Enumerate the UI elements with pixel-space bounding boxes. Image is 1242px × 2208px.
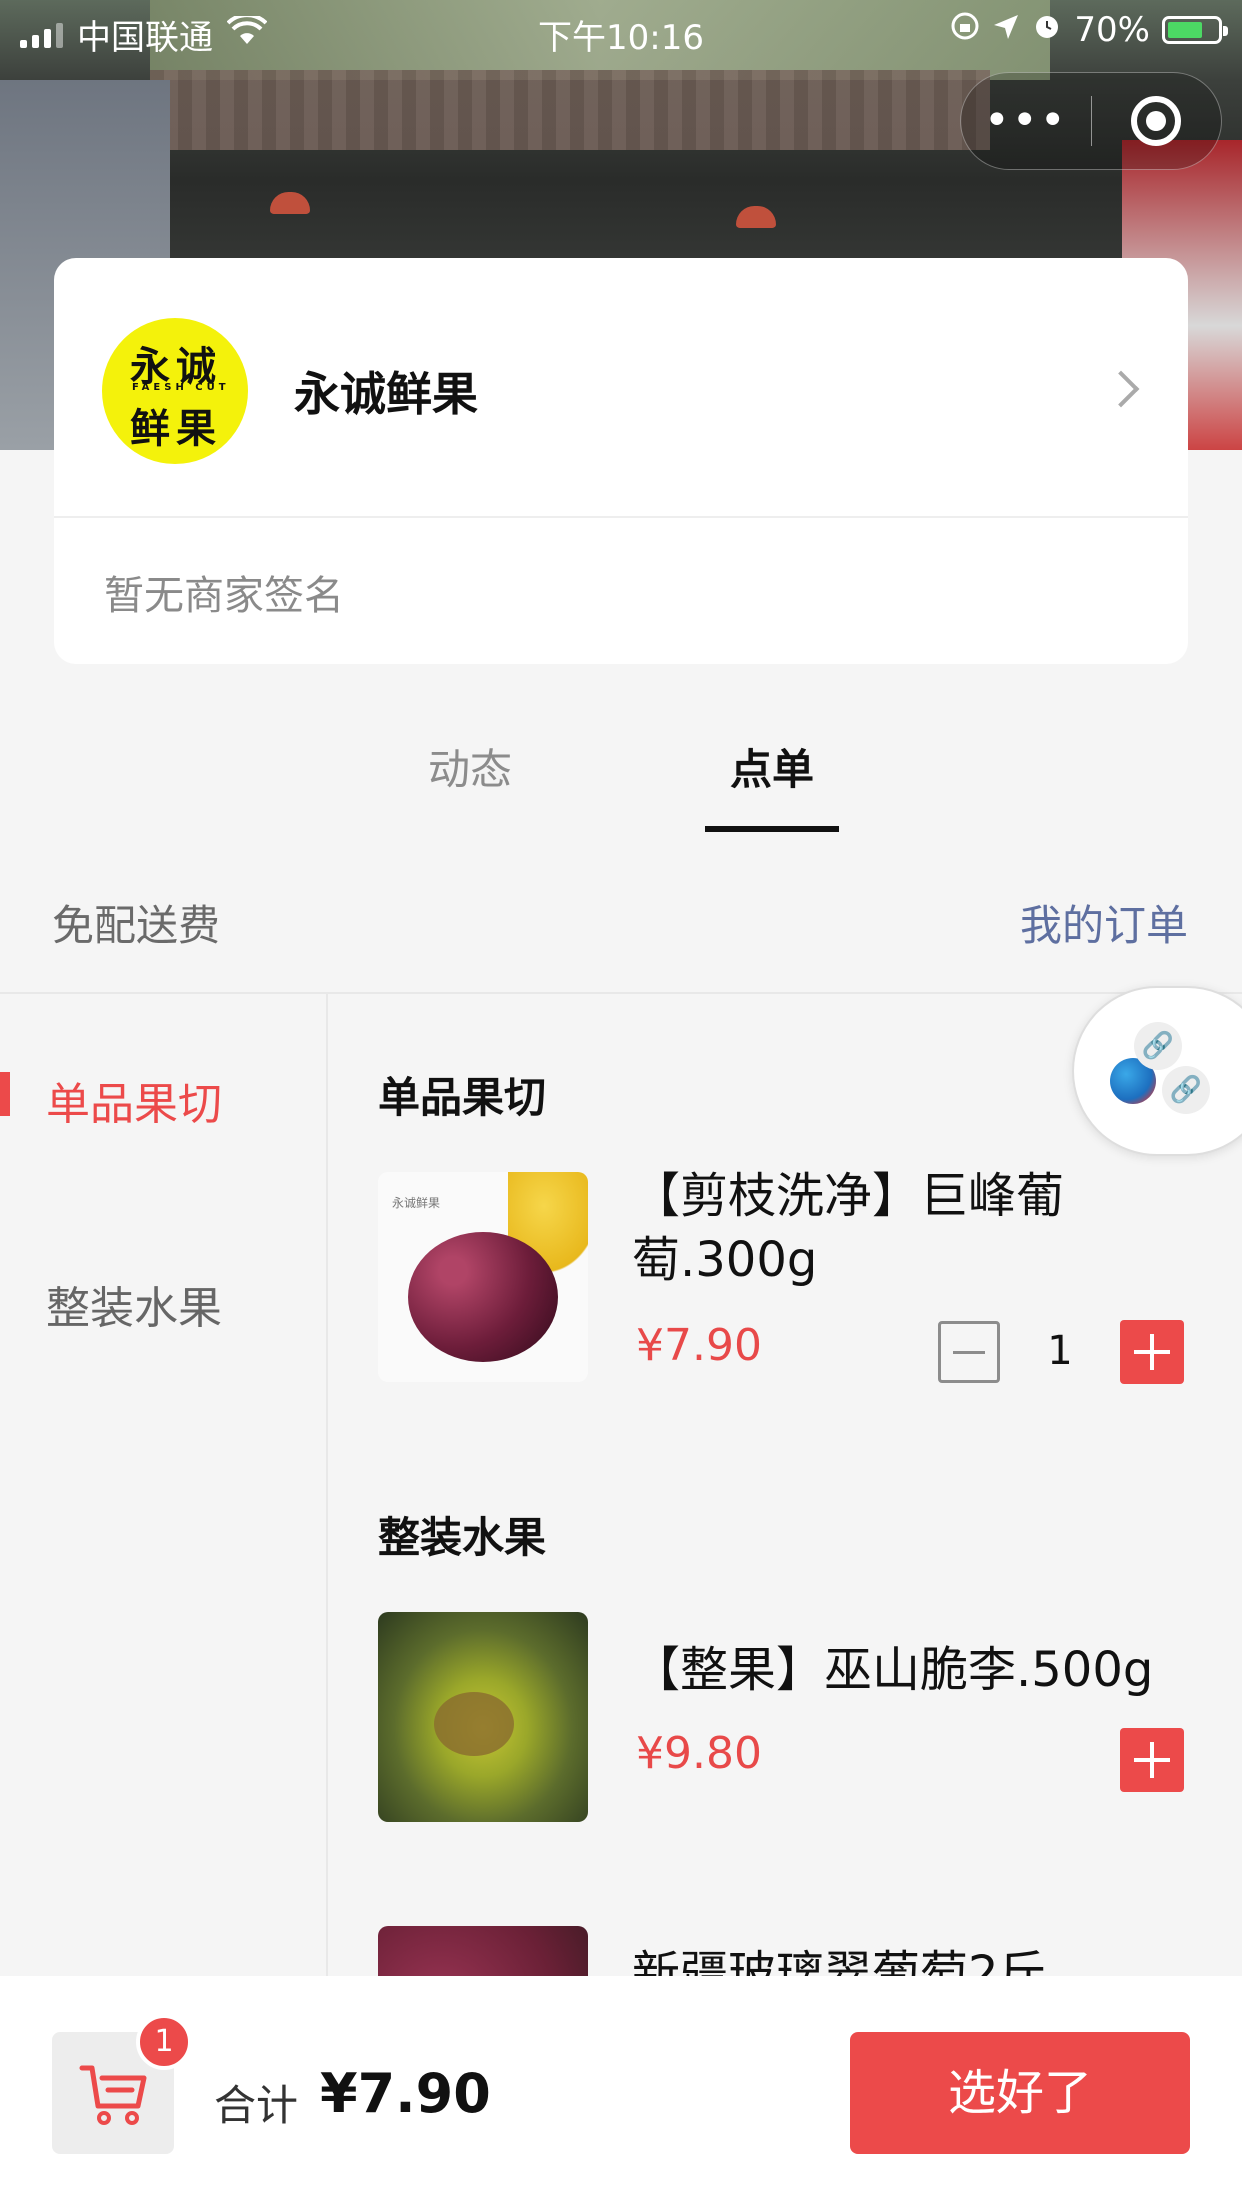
status-bar: 中国联通 下午10:16 70%	[0, 0, 1242, 62]
product-name[interactable]: 【整果】巫山脆李.500g	[632, 1638, 1192, 1702]
tab-active-indicator	[705, 826, 839, 832]
location-icon	[992, 10, 1020, 50]
rotation-lock-icon	[950, 10, 980, 50]
floating-share-widget[interactable]: 🔗 🔗	[1072, 986, 1242, 1156]
product-price: ¥7.90	[636, 1320, 762, 1371]
battery-fill	[1168, 22, 1202, 38]
bottom-cart-bar: 1 合计 ¥7.90 选好了	[0, 1976, 1242, 2208]
cart-icon	[79, 2065, 147, 2125]
section-title: 整装水果	[378, 1513, 547, 1562]
shop-name: 永诚鲜果	[294, 367, 478, 421]
product-image-plum[interactable]	[378, 1612, 588, 1822]
add-to-cart-button[interactable]	[1120, 1728, 1184, 1792]
product-name[interactable]: 新疆玻璃翠葡萄2斤	[632, 1942, 1192, 1978]
battery-percent: 70%	[1074, 10, 1150, 50]
miniprogram-capsule: •••	[960, 72, 1222, 170]
link-icon: 🔗	[1162, 1066, 1210, 1114]
logo-subtext: FAESH CUT	[132, 382, 230, 393]
category-item-fruit-cut[interactable]: 单品果切	[46, 1068, 222, 1132]
category-item-whole-fruit[interactable]: 整装水果	[46, 1272, 222, 1336]
shop-card[interactable]: 永诚 FAESH CUT 鲜果 永诚鲜果 暂无商家签名	[54, 258, 1188, 664]
product-name[interactable]: 【剪枝洗净】巨峰葡萄.300g	[632, 1164, 1192, 1292]
category-sidebar	[0, 994, 328, 1994]
image-watermark: 永诚鲜果	[392, 1196, 441, 1210]
logo-text-bottom: 鲜果	[130, 405, 222, 452]
my-orders-link[interactable]: 我的订单	[1020, 892, 1188, 953]
shop-signature: 暂无商家签名	[104, 573, 344, 619]
lamp-decoration	[736, 206, 776, 228]
target-circle-icon[interactable]	[1092, 96, 1222, 146]
battery-icon	[1162, 16, 1228, 44]
link-icon: 🔗	[1134, 1022, 1182, 1070]
tab-order[interactable]: 点单	[730, 736, 814, 797]
divider	[54, 516, 1188, 518]
shop-logo: 永诚 FAESH CUT 鲜果	[102, 318, 248, 464]
section-title: 单品果切	[378, 1073, 547, 1122]
tab-dynamic[interactable]: 动态	[428, 736, 512, 797]
total-price: ¥7.90	[320, 2062, 491, 2125]
lamp-decoration	[270, 192, 310, 214]
decrease-quantity-button[interactable]	[938, 1321, 1000, 1383]
sidebar-divider	[326, 994, 328, 1994]
chevron-right-icon[interactable]	[1102, 370, 1140, 408]
storefront-awning	[150, 70, 990, 150]
total-label: 合计	[214, 2081, 299, 2130]
increase-quantity-button[interactable]	[1120, 1320, 1184, 1384]
checkout-button[interactable]: 选好了	[850, 2032, 1190, 2154]
product-price: ¥9.80	[636, 1728, 762, 1779]
more-dots-icon[interactable]: •••	[961, 72, 1091, 170]
category-active-marker	[0, 1072, 10, 1116]
quantity-value: 1	[1047, 1328, 1073, 1374]
cart-count-badge: 1	[136, 2014, 192, 2070]
product-image-grapes[interactable]: 永诚鲜果	[378, 1172, 588, 1382]
free-delivery-label: 免配送费	[52, 901, 221, 950]
alarm-icon	[1032, 10, 1062, 50]
